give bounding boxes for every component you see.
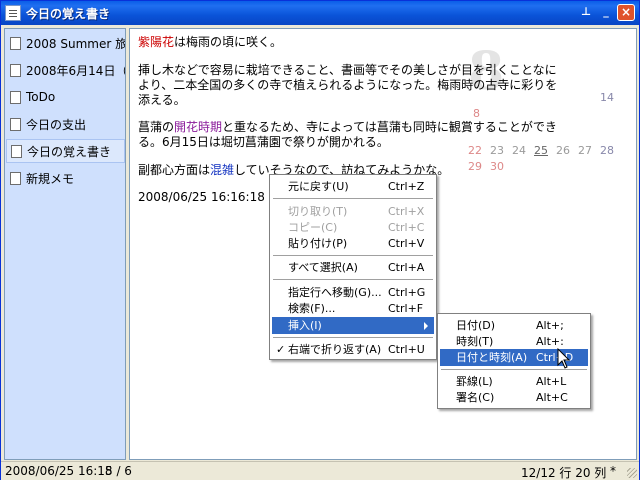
menu-separator	[273, 279, 433, 280]
memo-item-label: 新規メモ	[26, 171, 75, 186]
status-bar: 2008/06/25 16:18 5 / 6 12/12 行 20 列 *	[1, 461, 639, 480]
window-title: 今日の覚え書き	[26, 6, 111, 21]
memo-item-label: ToDo	[26, 90, 56, 104]
menu-separator	[273, 198, 433, 199]
calendar-day: 29	[468, 160, 482, 173]
menu-item-insert[interactable]: 挿入(I)	[272, 317, 434, 334]
calendar-day: 28	[600, 144, 614, 157]
document-icon	[11, 144, 22, 158]
mouse-pointer-icon	[557, 348, 571, 369]
text-line: より、二本全国の多くの寺で植えられるようになった。梅雨時の古寺に彩りを	[138, 78, 558, 92]
keyword-blooming: 開花時期	[174, 120, 223, 134]
calendar-row: 22 23 24 25 26 27 28	[460, 144, 614, 157]
status-page: 5 / 6	[105, 464, 132, 478]
memo-item-label: 今日の覚え書き	[27, 144, 112, 159]
submenu-item-signature[interactable]: 署名(C) Alt+C	[440, 389, 588, 406]
memo-item-new[interactable]: 新規メモ	[6, 166, 125, 190]
menu-separator	[273, 337, 433, 338]
status-modified: *	[610, 464, 616, 478]
submenu-item-ruled-line[interactable]: 罫線(L) Alt+L	[440, 373, 588, 390]
memo-item-expenses[interactable]: 今日の支出	[6, 112, 125, 136]
calendar-today: 25	[534, 144, 548, 157]
memo-item-june-14[interactable]: 2008年6月14日（土）	[6, 58, 125, 82]
close-button[interactable]: ×	[617, 4, 635, 21]
keyword-crowded: 混雑	[210, 163, 235, 177]
memo-item-label: 2008年6月14日（土）	[26, 63, 125, 78]
notepad-icon	[5, 5, 21, 21]
memo-item-label: 今日の支出	[26, 117, 87, 132]
title-bar[interactable]: 今日の覚え書き ⊥ _ ×	[1, 1, 639, 25]
resize-grip[interactable]	[627, 468, 637, 478]
menu-item-select-all[interactable]: すべて選択(A) Ctrl+A	[272, 259, 434, 276]
calendar-day: 23	[490, 144, 504, 157]
calendar-day: 27	[578, 144, 592, 157]
memo-item-label: 2008 Summer 旅行計画	[26, 36, 125, 51]
text-line: る。6月15日は堀切菖蒲園で祭りが開かれる。	[138, 135, 389, 149]
document-icon	[10, 36, 21, 50]
menu-separator	[273, 255, 433, 256]
title-buttons: ⊥ _ ×	[577, 4, 635, 21]
keyword-hydrangea: 紫陽花	[138, 35, 175, 49]
memo-item-summer-trip[interactable]: 2008 Summer 旅行計画	[6, 31, 125, 55]
calendar-day: 22	[468, 144, 482, 157]
calendar-day: 30	[490, 160, 504, 173]
status-position: 12/12 行 20 列	[521, 466, 607, 480]
memo-item-todo[interactable]: ToDo	[6, 85, 125, 109]
menu-item-copy[interactable]: コピー(C) Ctrl+C	[272, 219, 434, 236]
document-icon	[10, 171, 21, 185]
calendar-day: 14	[600, 91, 614, 104]
pin-icon[interactable]: ⊥	[577, 4, 595, 21]
menu-item-undo[interactable]: 元に戻す(U) Ctrl+Z	[272, 178, 434, 195]
submenu-arrow-icon	[424, 322, 428, 330]
submenu-item-date[interactable]: 日付(D) Alt+;	[440, 317, 588, 334]
timestamp-line: 2008/06/25 16:16:18	[138, 190, 265, 204]
text-line: 紫陽花は梅雨の頃に咲く。	[138, 35, 283, 49]
minimize-button[interactable]: _	[597, 4, 615, 21]
text-line: 菖蒲の開花時期と重なるため、寺によっては菖蒲も同時に観賞することができ	[138, 120, 557, 134]
menu-item-word-wrap[interactable]: ✓ 右端で折り返す(A) Ctrl+U	[272, 341, 434, 358]
document-icon	[10, 117, 21, 131]
calendar-day: 24	[512, 144, 526, 157]
calendar-row: 29 30	[460, 160, 504, 173]
menu-item-find[interactable]: 検索(F)... Ctrl+F	[272, 300, 434, 317]
text-line: 挿し木などで容易に栽培できること、書画等でその美しさが目を引くことなに	[138, 63, 557, 77]
menu-item-paste[interactable]: 貼り付け(P) Ctrl+V	[272, 235, 434, 252]
menu-item-goto-line[interactable]: 指定行へ移動(G)... Ctrl+G	[272, 284, 434, 301]
document-icon	[10, 63, 21, 77]
memo-list: 2008 Summer 旅行計画 2008年6月14日（土） ToDo 今日の支…	[4, 28, 126, 460]
status-datetime: 2008/06/25 16:18	[5, 464, 113, 478]
memo-item-todays-notes[interactable]: 今日の覚え書き	[6, 139, 125, 163]
context-menu: 元に戻す(U) Ctrl+Z 切り取り(T) Ctrl+X コピー(C) Ctrl+C…	[269, 174, 437, 360]
checkmark-icon: ✓	[276, 343, 286, 356]
menu-item-cut[interactable]: 切り取り(T) Ctrl+X	[272, 203, 434, 220]
document-icon	[10, 90, 21, 104]
calendar-day: 26	[556, 144, 570, 157]
text-line: 添える。	[138, 93, 186, 107]
